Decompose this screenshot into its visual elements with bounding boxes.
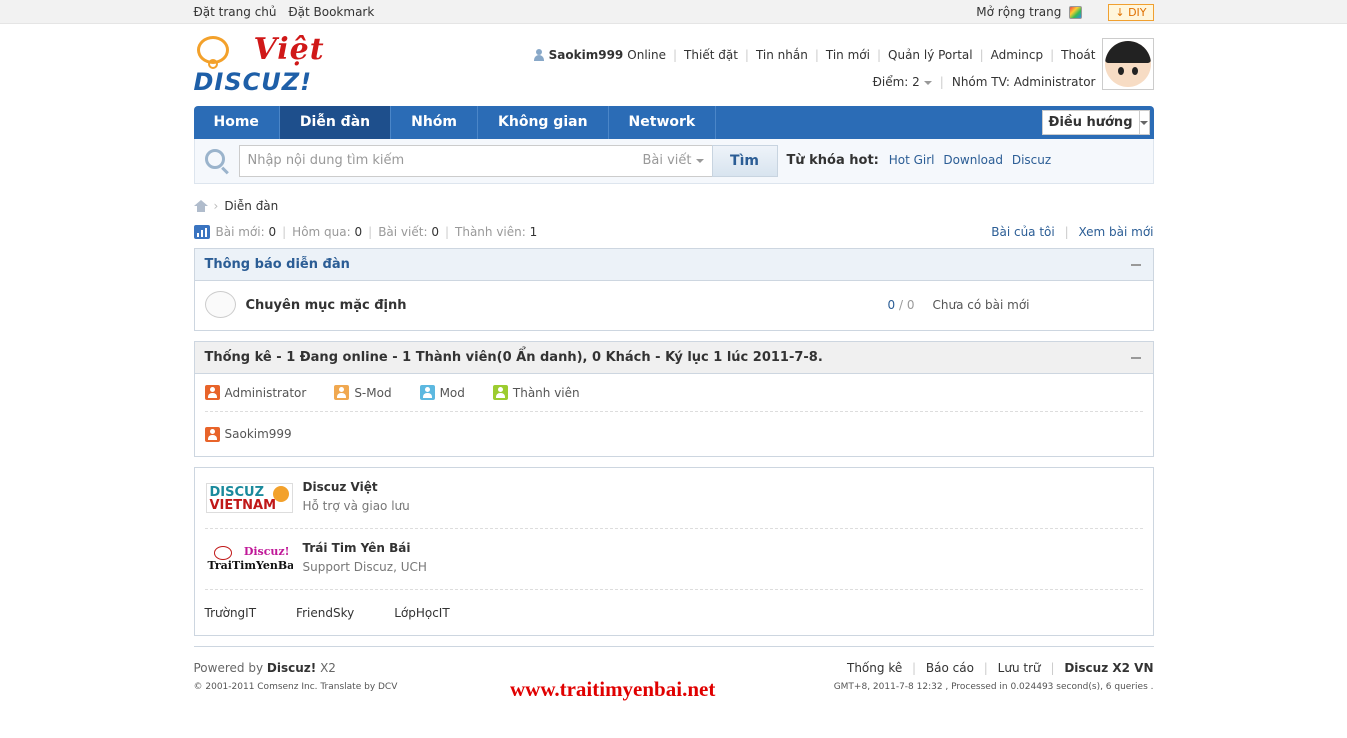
forum-bubble-icon (204, 291, 236, 318)
points-dropdown[interactable]: Điểm: 2 (873, 75, 932, 89)
avatar[interactable] (1101, 38, 1154, 90)
collapse-icon[interactable] (1130, 264, 1141, 266)
hot-keyword-link[interactable]: Discuz (1012, 153, 1051, 167)
user-group-legend: Administrator S-Mod Mod Thành viên (204, 374, 1143, 412)
footer-report-link[interactable]: Báo cáo (926, 661, 974, 675)
nav-groups[interactable]: Nhóm (391, 106, 479, 139)
mod-user-icon (419, 385, 435, 400)
copyright: © 2001-2011 Comsenz Inc. Translate by DC… (193, 682, 398, 692)
text-link[interactable]: LớpHọcIT (394, 606, 449, 620)
hot-keywords: Từ khóa hot: Hot Girl Download Discuz (786, 153, 1052, 168)
search-icon (204, 149, 225, 169)
text-link[interactable]: FriendSky (296, 606, 354, 620)
main-nav: Home Diễn đàn Nhóm Không gian Network Đi… (193, 106, 1154, 139)
collapse-icon[interactable] (1130, 357, 1141, 359)
portal-admin-link[interactable]: Quản lý Portal (888, 48, 973, 62)
forum-category-title[interactable]: Thông báo diễn đàn (205, 257, 350, 272)
user-group: Nhóm TV: Administrator (951, 75, 1096, 89)
text-link[interactable]: TrườngIT (205, 606, 257, 620)
text-links: TrườngIT FriendSky LớpHọcIT (195, 590, 1153, 635)
chart-icon (193, 225, 210, 239)
nav-network[interactable]: Network (609, 106, 717, 139)
header: Việt DISCUZ! Saokim999 Online | Thiết đặ… (194, 24, 1154, 106)
footer-stats-link[interactable]: Thống kê (847, 661, 902, 675)
nav-home[interactable]: Home (194, 106, 280, 139)
breadcrumb: › Diễn đàn (193, 196, 1154, 216)
user-status: Online (627, 48, 666, 62)
forum-category-box: Thông báo diễn đàn Chuyên mục mặc định 0… (193, 248, 1154, 331)
expand-page-icon[interactable] (1069, 5, 1083, 19)
friend-links-box: DISCUZ VIETNAM Discuz Việt Hỗ trợ và gia… (193, 467, 1154, 636)
admincp-link[interactable]: Admincp (991, 48, 1043, 62)
forum-category-header: Thông báo diễn đàn (194, 249, 1153, 281)
online-stats-header: Thống kê - 1 Đang online - 1 Thành viên(… (194, 342, 1153, 374)
friend-link-item: Discuz! TraiTimYenBai Trái Tim Yên Bái S… (204, 529, 1143, 590)
breadcrumb-current: Diễn đàn (224, 199, 279, 213)
watermark: www.traitimyenbai.net (510, 677, 716, 701)
view-new-posts-link[interactable]: Xem bài mới (1078, 225, 1153, 239)
diy-button[interactable]: ↓ DIY (1108, 3, 1154, 21)
logo-bubble-icon (196, 36, 229, 69)
hot-keyword-link[interactable]: Hot Girl (889, 153, 935, 167)
footer-brand-link[interactable]: Discuz X2 VN (1064, 661, 1153, 675)
forum-name-link[interactable]: Chuyên mục mặc định (246, 298, 407, 313)
admin-user-icon (204, 426, 220, 442)
member-user-icon (492, 385, 508, 400)
search-input[interactable]: Nhập nội dung tìm kiếm Bài viết (238, 145, 713, 177)
smod-user-icon (334, 385, 350, 400)
hot-keyword-link[interactable]: Download (943, 153, 1003, 167)
nav-space[interactable]: Không gian (478, 106, 609, 139)
admin-user-icon (204, 385, 220, 400)
messages-link[interactable]: Tin nhắn (756, 48, 808, 62)
nav-forum[interactable]: Diễn đàn (279, 106, 392, 139)
my-posts-link[interactable]: Bài của tôi (991, 225, 1055, 239)
settings-link[interactable]: Thiết đặt (684, 48, 738, 62)
footer-links: Thống kê | Báo cáo | Lưu trữ | Discuz X2… (847, 661, 1154, 675)
search-type-select[interactable]: Bài viết (642, 146, 704, 176)
traitimyenbai-logo[interactable]: Discuz! TraiTimYenBai (206, 544, 293, 574)
user-bar: Saokim999 Online | Thiết đặt | Tin nhắn … (533, 44, 1096, 93)
topbar: Đặt trang chủ Đặt Bookmark Mở rộng trang… (0, 0, 1347, 24)
footer-archive-link[interactable]: Lưu trữ (998, 661, 1041, 675)
logo-discuz-text: DISCUZ! (193, 68, 313, 96)
forum-row: Chuyên mục mặc định 0 / 0 Chưa có bài mớ… (195, 281, 1153, 330)
friend-link-desc: Hỗ trợ và giao lưu (302, 499, 410, 513)
discuz-link[interactable]: Discuz! (267, 661, 316, 675)
chevron-right-icon: › (213, 199, 219, 213)
search-button[interactable]: Tìm (711, 145, 778, 177)
chevron-down-icon (695, 158, 704, 163)
online-user-link[interactable]: Saokim999 (225, 427, 292, 441)
friend-link-title[interactable]: Discuz Việt (303, 480, 378, 494)
chevron-down-icon (1140, 120, 1148, 125)
discuz-viet-logo[interactable]: DISCUZ VIETNAM (205, 483, 293, 513)
forum-stats: Bài mới: 0 | Hôm qua: 0 | Bài viết: 0 | … (193, 222, 1154, 242)
forum-counts: 0 / 0 (887, 298, 915, 312)
logout-link[interactable]: Thoát (1061, 48, 1095, 62)
user-icon (533, 49, 545, 61)
friend-link-title[interactable]: Trái Tim Yên Bái (303, 541, 411, 555)
notifications-link[interactable]: Tin mới (826, 48, 870, 62)
powered-by: Powered by Discuz! X2 (193, 661, 336, 675)
processing-info: GMT+8, 2011-7-8 12:32 , Processed in 0.0… (833, 682, 1154, 692)
home-icon[interactable] (193, 200, 208, 212)
friend-link-item: DISCUZ VIETNAM Discuz Việt Hỗ trợ và gia… (204, 468, 1143, 529)
forum-last-post: Chưa có bài mới (932, 298, 1030, 312)
username-link[interactable]: Saokim999 (549, 48, 624, 62)
chevron-down-icon (923, 80, 932, 85)
online-stats-box: Thống kê - 1 Đang online - 1 Thành viên(… (193, 341, 1154, 457)
search-bar: Nhập nội dung tìm kiếm Bài viết Tìm Từ k… (193, 139, 1154, 184)
logo-viet-text: Việt (253, 32, 325, 67)
online-user-list: Saokim999 (195, 412, 1153, 456)
friend-link-desc: Support Discuz, UCH (302, 560, 427, 574)
set-homepage-link[interactable]: Đặt trang chủ (194, 5, 277, 19)
expand-page-link[interactable]: Mở rộng trang (976, 0, 1061, 24)
set-bookmark-link[interactable]: Đặt Bookmark (288, 5, 374, 19)
site-logo[interactable]: Việt DISCUZ! (193, 32, 325, 100)
navigation-guide-dropdown[interactable]: Điều hướng (1041, 110, 1150, 135)
